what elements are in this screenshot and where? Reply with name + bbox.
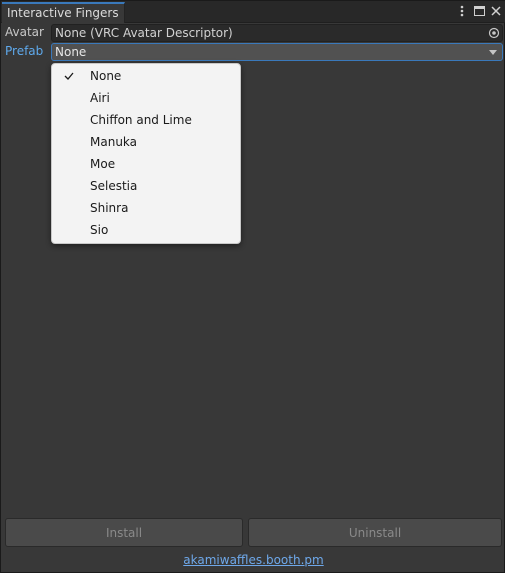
avatar-row: Avatar None (VRC Avatar Descriptor) <box>1 24 505 42</box>
maximize-icon[interactable] <box>473 4 485 18</box>
option-label: Selestia <box>90 179 138 193</box>
dropdown-arrow-icon <box>489 50 497 55</box>
avatar-field-value: None (VRC Avatar Descriptor) <box>55 26 233 40</box>
prefab-dropdown-menu: None Airi Chiffon and Lime Manuka Moe Se… <box>51 63 241 244</box>
close-icon[interactable] <box>490 4 502 18</box>
tab-interactive-fingers[interactable]: Interactive Fingers <box>2 2 125 23</box>
option-label: None <box>90 69 122 83</box>
booth-link[interactable]: akamiwaffles.booth.pm <box>183 553 323 567</box>
uninstall-button[interactable]: Uninstall <box>248 518 502 547</box>
prefab-label: Prefab <box>5 44 44 58</box>
prefab-row: Prefab None <box>1 43 505 61</box>
avatar-object-field[interactable]: None (VRC Avatar Descriptor) <box>51 24 503 42</box>
object-picker-icon[interactable] <box>488 27 500 39</box>
avatar-label: Avatar <box>5 25 44 39</box>
option-label: Shinra <box>90 201 129 215</box>
option-label: Airi <box>90 91 110 105</box>
option-label: Manuka <box>90 135 138 149</box>
dropdown-option-sio[interactable]: Sio <box>52 219 240 241</box>
dropdown-option-shinra[interactable]: Shinra <box>52 197 240 219</box>
prefab-selected-value: None <box>55 45 87 59</box>
dropdown-option-manuka[interactable]: Manuka <box>52 131 240 153</box>
title-bar: Interactive Fingers <box>1 1 505 23</box>
option-label: Sio <box>90 223 109 237</box>
option-label: Chiffon and Lime <box>90 113 192 127</box>
editor-window: Interactive Fingers Avatar None (VRC Ava… <box>0 0 505 573</box>
install-button[interactable]: Install <box>5 518 243 547</box>
dropdown-option-airi[interactable]: Airi <box>52 87 240 109</box>
option-label: Moe <box>90 157 116 171</box>
dropdown-option-selestia[interactable]: Selestia <box>52 175 240 197</box>
dropdown-option-none[interactable]: None <box>52 65 240 87</box>
dropdown-option-chiffon-and-lime[interactable]: Chiffon and Lime <box>52 109 240 131</box>
window-controls <box>456 4 502 18</box>
kebab-menu-icon[interactable] <box>456 4 468 18</box>
dropdown-option-moe[interactable]: Moe <box>52 153 240 175</box>
checkmark-icon <box>64 72 74 80</box>
prefab-popup[interactable]: None <box>51 43 503 61</box>
footer: akamiwaffles.booth.pm <box>1 553 505 567</box>
